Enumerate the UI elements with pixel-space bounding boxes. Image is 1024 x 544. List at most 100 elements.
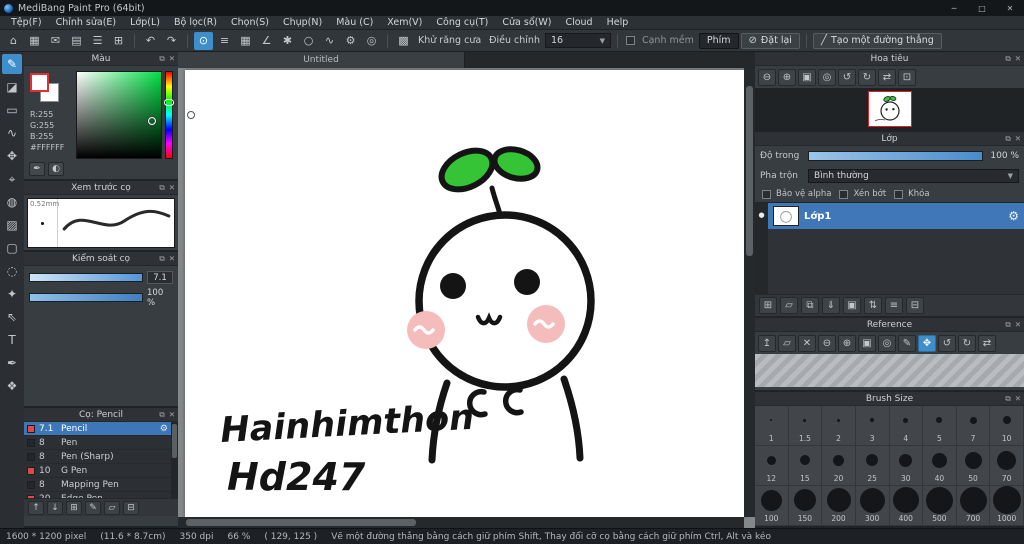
- home-icon[interactable]: ⌂: [4, 32, 23, 50]
- drawing-canvas[interactable]: Hainhimthon Hd247: [185, 70, 745, 517]
- eyedropper-tool[interactable]: ✒: [2, 353, 22, 373]
- canvas-horizontal-scrollbar[interactable]: [178, 517, 744, 528]
- brush-size-cell[interactable]: 4: [889, 406, 924, 446]
- edit-brush-icon[interactable]: ✎: [85, 500, 101, 515]
- make-straight-line-button[interactable]: ╱ Tạo một đường thẳng: [812, 32, 942, 49]
- snap-off-icon[interactable]: ⊙: [194, 31, 213, 50]
- reset-view-icon[interactable]: ⊡: [898, 68, 916, 86]
- menu-item[interactable]: Xem(V): [380, 16, 429, 29]
- redo-icon[interactable]: ↷: [162, 32, 181, 50]
- gallery-icon[interactable]: ▦: [25, 32, 44, 50]
- close-panel-icon[interactable]: ✕: [1015, 394, 1021, 403]
- blend-mode-select[interactable]: Bình thường ▼: [808, 169, 1019, 183]
- reorder-layer-icon[interactable]: ⇅: [864, 297, 882, 314]
- flip-icon[interactable]: ⇄: [978, 334, 996, 352]
- menu-item[interactable]: Help: [600, 16, 636, 29]
- menu-item[interactable]: Lớp(L): [123, 16, 167, 29]
- move-tool[interactable]: ✥: [2, 146, 22, 166]
- brush-folder-icon[interactable]: ▱: [104, 500, 120, 515]
- clear-image-icon[interactable]: ✕: [798, 334, 816, 352]
- zoom-in-icon[interactable]: ⊕: [778, 68, 796, 86]
- brush-size-cell[interactable]: 700: [956, 486, 991, 526]
- protect-alpha-checkbox[interactable]: Bảo vệ alpha: [760, 189, 831, 199]
- popout-icon[interactable]: ⧉: [1005, 134, 1010, 144]
- brush-size-cell[interactable]: 15: [788, 446, 823, 486]
- antialias-icon[interactable]: ▩: [394, 32, 413, 50]
- brush-size-cell[interactable]: 300: [855, 486, 890, 526]
- popout-icon[interactable]: ⧉: [1005, 54, 1010, 64]
- brush-up-icon[interactable]: ↑: [28, 500, 44, 515]
- menu-item[interactable]: Công cụ(T): [429, 16, 495, 29]
- add-layer-icon[interactable]: ⊞: [759, 297, 777, 314]
- eraser-tool[interactable]: ◪: [2, 77, 22, 97]
- menu-item[interactable]: Chỉnh sửa(E): [49, 16, 124, 29]
- snap-focus-icon[interactable]: ◎: [362, 32, 381, 50]
- brush-size-cell[interactable]: 70: [990, 446, 1024, 486]
- rotate-right-icon[interactable]: ↻: [958, 334, 976, 352]
- snap-parallel-icon[interactable]: ≡: [215, 32, 234, 50]
- list-icon[interactable]: ☰: [88, 32, 107, 50]
- operate-tool[interactable]: ⇖: [2, 307, 22, 327]
- brush-size-cell[interactable]: 200: [822, 486, 856, 526]
- transform-tool[interactable]: ⌖: [2, 169, 22, 189]
- import-image-icon[interactable]: ↥: [758, 334, 776, 352]
- snap-settings-icon[interactable]: ⚙: [341, 32, 360, 50]
- brush-size-cell[interactable]: 30: [889, 446, 924, 486]
- brush-size-cell[interactable]: 150: [788, 486, 823, 526]
- brush-g-pen[interactable]: 10 G Pen ⚙: [24, 464, 178, 478]
- reference-preview-area[interactable]: [755, 354, 1024, 387]
- brush-edge-pen[interactable]: 20 Edge Pen ⚙: [24, 492, 178, 498]
- merge-down-icon[interactable]: ⇓: [822, 297, 840, 314]
- zoom-100-icon[interactable]: ◎: [818, 68, 836, 86]
- brush-size-cell[interactable]: 40: [923, 446, 957, 486]
- menu-item[interactable]: Chụp(N): [276, 16, 329, 29]
- duplicate-layer-icon[interactable]: ⧉: [801, 297, 819, 314]
- eyedropper-icon[interactable]: ✒: [29, 162, 45, 176]
- menu-item[interactable]: Tệp(F): [4, 16, 49, 29]
- close-panel-icon[interactable]: ✕: [169, 254, 175, 263]
- snap-grid-icon[interactable]: ▦: [236, 32, 255, 50]
- snap-radial-icon[interactable]: ✱: [278, 32, 297, 50]
- close-panel-icon[interactable]: ✕: [1015, 320, 1021, 329]
- smudge-tool[interactable]: ∿: [2, 123, 22, 143]
- brush-size-cell[interactable]: 20: [822, 446, 856, 486]
- checkbox[interactable]: [894, 189, 904, 199]
- close-panel-icon[interactable]: ✕: [169, 183, 175, 192]
- close-panel-icon[interactable]: ✕: [169, 410, 175, 419]
- snap-ellipse-icon[interactable]: ○: [299, 32, 318, 50]
- brush-settings-icon[interactable]: ⚙: [160, 424, 168, 434]
- brush-size-cell[interactable]: 1000: [990, 486, 1024, 526]
- lasso-tool[interactable]: ◌: [2, 261, 22, 281]
- popout-icon[interactable]: ⧉: [159, 183, 164, 193]
- zoom-out-icon[interactable]: ⊖: [758, 68, 776, 86]
- opacity-slider[interactable]: [808, 151, 983, 161]
- delete-layer-icon[interactable]: ⊟: [906, 297, 924, 314]
- brush-size-cell[interactable]: 10: [990, 406, 1024, 446]
- pick-color-icon[interactable]: ✎: [898, 334, 916, 352]
- popout-icon[interactable]: ⧉: [159, 54, 164, 64]
- panel-layout-icon[interactable]: ▤: [67, 32, 86, 50]
- close-panel-icon[interactable]: ✕: [1015, 54, 1021, 63]
- brush-size-cell[interactable]: 25: [855, 446, 890, 486]
- brush-size-cell[interactable]: 5: [923, 406, 957, 446]
- gradient-tool[interactable]: ▨: [2, 215, 22, 235]
- actual-size-icon[interactable]: ◎: [878, 334, 896, 352]
- fit-icon[interactable]: ▣: [858, 334, 876, 352]
- hue-slider-marker[interactable]: [164, 98, 174, 106]
- maximize-button[interactable]: □: [968, 0, 996, 16]
- snap-curve-icon[interactable]: ∿: [320, 32, 339, 50]
- brush-mapping-pen[interactable]: 8 Mapping Pen ⚙: [24, 478, 178, 492]
- popout-icon[interactable]: ⧉: [1005, 394, 1010, 404]
- checkbox[interactable]: [839, 189, 849, 199]
- zoom-in-icon[interactable]: ⊕: [838, 334, 856, 352]
- rotate-left-icon[interactable]: ↺: [938, 334, 956, 352]
- brush-size-cell[interactable]: 400: [889, 486, 924, 526]
- checkbox[interactable]: [762, 189, 771, 199]
- brush-size-slider[interactable]: [29, 273, 143, 282]
- add-folder-icon[interactable]: ▱: [780, 297, 798, 314]
- zoom-out-icon[interactable]: ⊖: [818, 334, 836, 352]
- comment-icon[interactable]: ✉: [46, 32, 65, 50]
- wand-tool[interactable]: ✦: [2, 284, 22, 304]
- clipping-checkbox[interactable]: Xén bớt: [837, 189, 886, 199]
- brush-size-value[interactable]: 7.1: [147, 271, 173, 284]
